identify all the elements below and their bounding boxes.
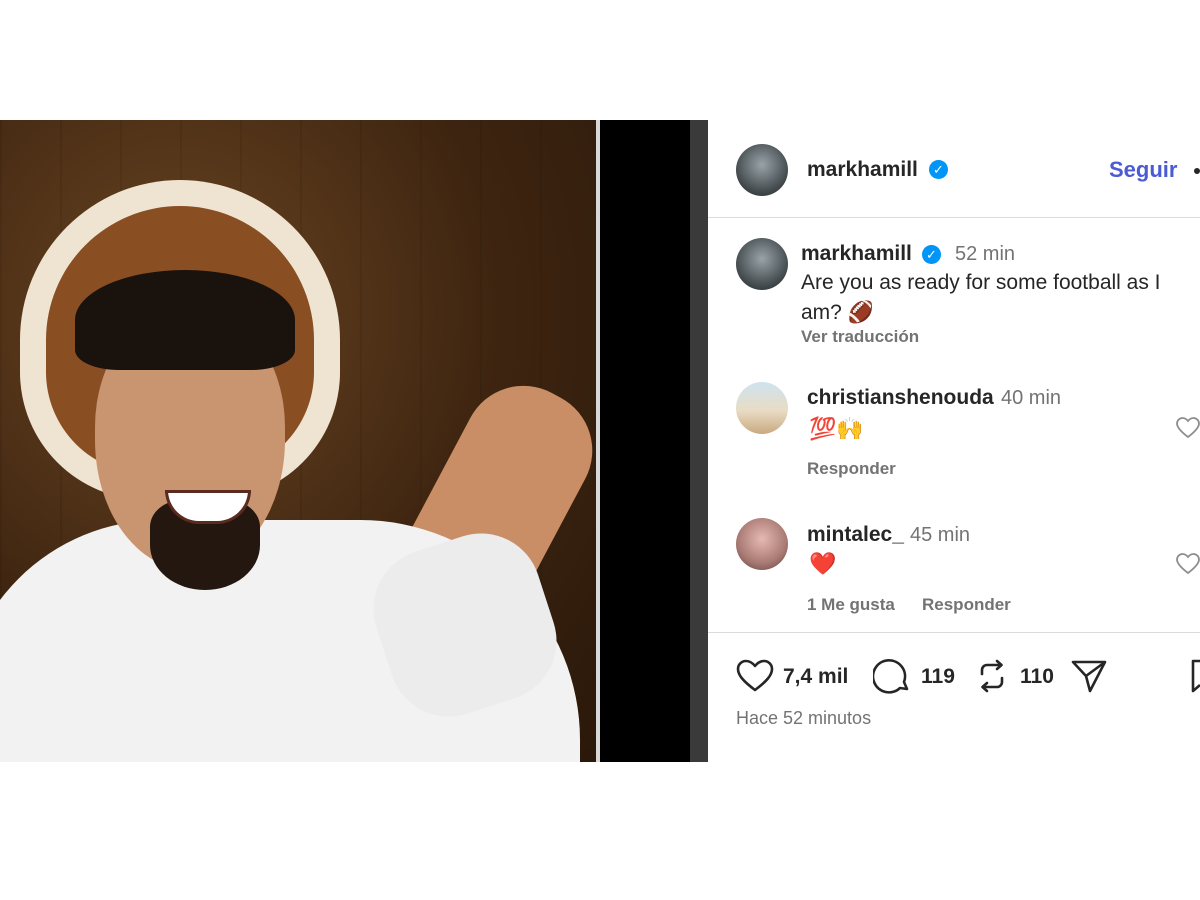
caption-line-1: Are you as ready for some football as I — [801, 271, 1161, 294]
comment-time[interactable]: 45 min — [910, 524, 970, 547]
share-icon[interactable] — [1070, 658, 1108, 694]
comment-username[interactable]: mintalec_ — [807, 523, 904, 547]
translate-link[interactable]: Ver traducción — [801, 327, 919, 347]
dark-gap — [600, 120, 690, 762]
comment-username[interactable]: christianshenouda — [807, 386, 994, 410]
post-timestamp: Hace 52 minutos — [736, 708, 872, 728]
post-frame: markhamill ✓ Seguir markhamill ✓ 52 min … — [0, 120, 1200, 762]
author-avatar[interactable] — [736, 144, 788, 196]
curly-hair — [75, 270, 295, 370]
verified-icon: ✓ — [922, 245, 941, 264]
comment-heart-icon[interactable] — [1176, 553, 1200, 575]
comment-avatar[interactable] — [736, 518, 788, 570]
verified-icon: ✓ — [929, 160, 948, 179]
caption-text-end: am? — [801, 301, 842, 324]
author-username[interactable]: markhamill — [807, 158, 918, 182]
comment-avatar[interactable] — [736, 382, 788, 434]
comments-count[interactable]: 119 — [921, 665, 955, 689]
bookmark-icon[interactable] — [1190, 658, 1200, 694]
comment-text: ❤️ — [809, 551, 837, 576]
reply-button[interactable]: Responder — [807, 459, 896, 479]
comment-heart-icon[interactable] — [1176, 417, 1200, 439]
follow-button[interactable]: Seguir — [1109, 157, 1177, 183]
post-image[interactable] — [0, 120, 596, 762]
comment-text: 💯🙌 — [809, 416, 864, 441]
caption-time[interactable]: 52 min — [955, 243, 1015, 266]
comment-likes[interactable]: 1 Me gusta — [807, 595, 895, 615]
comment-icon[interactable] — [873, 657, 911, 695]
post-sidebar: markhamill ✓ Seguir markhamill ✓ 52 min … — [708, 120, 1200, 762]
more-icon[interactable] — [1194, 168, 1200, 174]
likes-count[interactable]: 7,4 mil — [783, 665, 848, 689]
football-emoji: 🏈 — [847, 301, 874, 324]
caption-avatar[interactable] — [736, 238, 788, 290]
reposts-count[interactable]: 110 — [1020, 665, 1054, 689]
dark-edge — [690, 120, 708, 762]
reply-button[interactable]: Responder — [922, 595, 1011, 615]
comment-time[interactable]: 40 min — [1001, 387, 1061, 410]
caption-line-2: am? 🏈 — [801, 298, 874, 328]
heart-icon[interactable] — [736, 659, 774, 693]
actions-divider — [708, 632, 1200, 633]
header-divider — [708, 217, 1200, 218]
caption-username[interactable]: markhamill — [801, 242, 912, 266]
repost-icon[interactable] — [974, 658, 1010, 694]
